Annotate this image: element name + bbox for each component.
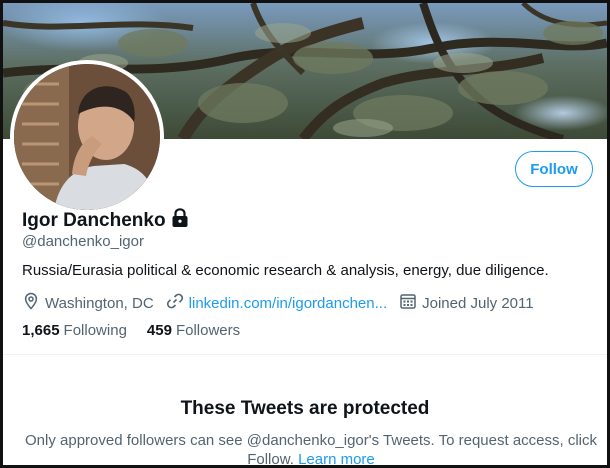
- follow-button[interactable]: Follow: [515, 151, 593, 187]
- profile-display-name: Igor Danchenko: [22, 209, 166, 231]
- followers-link[interactable]: 459 Followers: [147, 322, 240, 339]
- protected-tweets-message: Only approved followers can see @danchen…: [25, 431, 597, 465]
- profile-handle: @danchenko_igor: [22, 233, 144, 250]
- followers-label: Followers: [175, 322, 241, 339]
- joined-item: Joined July 2011: [399, 292, 534, 314]
- location-item: Washington, DC: [22, 292, 154, 314]
- calendar-icon: [399, 292, 422, 314]
- avatar-photo: [14, 64, 160, 210]
- following-link[interactable]: 1,665 Following: [22, 322, 127, 339]
- learn-more-link[interactable]: Learn more: [298, 451, 375, 465]
- profile-page: Follow Igor Danchenko @danchenko_igor Ru…: [0, 0, 610, 468]
- joined-text: Joined July 2011: [422, 294, 534, 312]
- website-link[interactable]: linkedin.com/in/igordanchen...: [189, 295, 387, 312]
- followers-count: 459: [146, 322, 172, 339]
- following-label: Following: [63, 322, 127, 339]
- section-divider: [3, 354, 607, 355]
- link-icon: [166, 292, 189, 314]
- profile-bio: Russia/Eurasia political & economic rese…: [22, 262, 549, 279]
- protected-tweets-title: These Tweets are protected: [180, 398, 430, 419]
- lock-icon: [171, 208, 189, 233]
- profile-name-row: Igor Danchenko: [22, 208, 189, 233]
- follow-counts: 1,665 Following 459 Followers: [22, 322, 260, 339]
- location-text: Washington, DC: [45, 294, 154, 312]
- following-count: 1,665: [22, 322, 60, 339]
- website-item[interactable]: linkedin.com/in/igordanchen...: [166, 292, 387, 314]
- profile-avatar[interactable]: [10, 60, 164, 214]
- location-pin-icon: [22, 292, 45, 314]
- profile-meta: Washington, DC linkedin.com/in/igordanch…: [22, 292, 546, 314]
